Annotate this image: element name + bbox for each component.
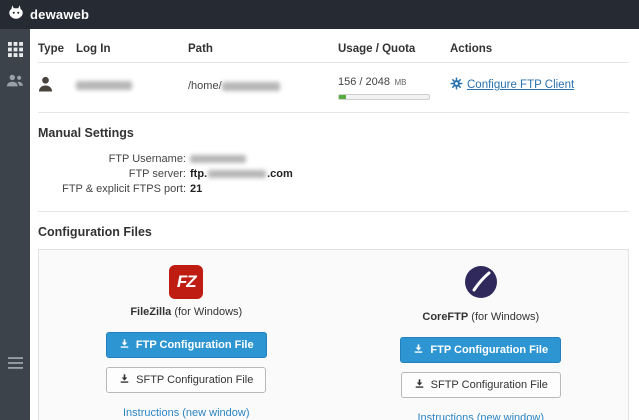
- filezilla-name-line: FileZilla (for Windows): [130, 306, 242, 318]
- filezilla-ftp-config-button[interactable]: FTP Configuration File: [105, 332, 267, 358]
- coreftp-logo-icon: [464, 265, 498, 304]
- coreftp-platform: (for Windows): [468, 311, 540, 323]
- col-login: Log In: [76, 43, 111, 55]
- coreftp-sftp-config-label: SFTP Configuration File: [430, 379, 548, 391]
- configure-ftp-client-label: Configure FTP Client: [467, 79, 575, 91]
- list-icon[interactable]: [0, 357, 30, 369]
- filezilla-sftp-config-button[interactable]: SFTP Configuration File: [106, 367, 267, 393]
- ftp-accounts-page: dewaweb Type Log In Path Usage / Quota A…: [0, 0, 639, 420]
- coreftp-name-line: CoreFTP (for Windows): [422, 311, 539, 323]
- manual-settings-title: Manual Settings: [38, 126, 134, 140]
- ftp-server-suffix: .com: [267, 168, 293, 180]
- ftp-server-label: FTP server:: [128, 168, 186, 180]
- dewaweb-brand[interactable]: dewaweb: [7, 3, 89, 26]
- usage-value: 156 / 2048: [338, 76, 390, 88]
- col-type: Type: [38, 43, 64, 55]
- ftps-port-label: FTP & explicit FTPS port:: [62, 183, 186, 195]
- table-row: /home/ 156 / 2048 MB Configure FTP Clien…: [38, 63, 629, 113]
- users-icon[interactable]: [0, 73, 30, 88]
- download-icon: [413, 343, 424, 357]
- download-icon: [414, 378, 425, 392]
- filezilla-platform: (for Windows): [171, 306, 243, 318]
- section-divider: [38, 211, 629, 212]
- configuration-files-title: Configuration Files: [38, 225, 152, 239]
- top-header-bar: dewaweb: [0, 0, 639, 29]
- col-usage: Usage / Quota: [338, 43, 416, 55]
- accounts-table-header: Type Log In Path Usage / Quota Actions: [38, 39, 629, 63]
- col-actions: Actions: [450, 43, 493, 55]
- redacted-ftp-username: [190, 155, 246, 164]
- account-person-icon: [38, 76, 53, 96]
- redacted-login: [76, 81, 132, 91]
- coreftp-sftp-config-button[interactable]: SFTP Configuration File: [400, 372, 561, 398]
- coreftp-instructions-link[interactable]: Instructions (new window): [417, 412, 544, 420]
- manual-settings-list: FTP Username: FTP server: ftp. .com FTP &…: [40, 150, 293, 198]
- main-content: Type Log In Path Usage / Quota Actions /…: [30, 29, 639, 420]
- filezilla-logo-icon: FZ: [169, 265, 204, 299]
- usage-unit: MB: [394, 78, 407, 87]
- configuration-files-panel: FZ FileZilla (for Windows) FTP Configura…: [38, 249, 629, 420]
- coreftp-name: CoreFTP: [422, 311, 469, 323]
- filezilla-ftp-config-label: FTP Configuration File: [135, 339, 254, 351]
- download-icon: [119, 373, 130, 387]
- col-path: Path: [188, 43, 213, 55]
- filezilla-instructions-link[interactable]: Instructions (new window): [123, 407, 250, 419]
- redacted-ftp-server: [208, 170, 267, 179]
- download-icon: [119, 338, 130, 352]
- left-sidebar: [0, 29, 30, 420]
- filezilla-name: FileZilla: [130, 306, 172, 318]
- filezilla-sftp-config-label: SFTP Configuration File: [136, 374, 254, 386]
- coreftp-ftp-config-button[interactable]: FTP Configuration File: [400, 337, 562, 363]
- dewaweb-logo-icon: [7, 3, 25, 26]
- usage-progress-fill: [339, 95, 347, 99]
- coreftp-ftp-config-label: FTP Configuration File: [430, 344, 549, 356]
- configure-ftp-client-link[interactable]: Configure FTP Client: [450, 77, 574, 93]
- filezilla-column: FZ FileZilla (for Windows) FTP Configura…: [39, 265, 334, 420]
- coreftp-column: CoreFTP (for Windows) FTP Configuration …: [334, 265, 629, 420]
- ftp-username-label: FTP Username:: [108, 153, 186, 165]
- brand-name: dewaweb: [30, 7, 90, 22]
- grid-icon[interactable]: [0, 42, 30, 57]
- redacted-path: [221, 81, 280, 91]
- ftp-server-prefix: ftp.: [190, 168, 208, 180]
- gear-icon: [450, 77, 463, 93]
- path-prefix: /home/: [188, 80, 222, 92]
- usage-progress-bar: [338, 94, 430, 100]
- ftps-port-value: 21: [190, 183, 203, 195]
